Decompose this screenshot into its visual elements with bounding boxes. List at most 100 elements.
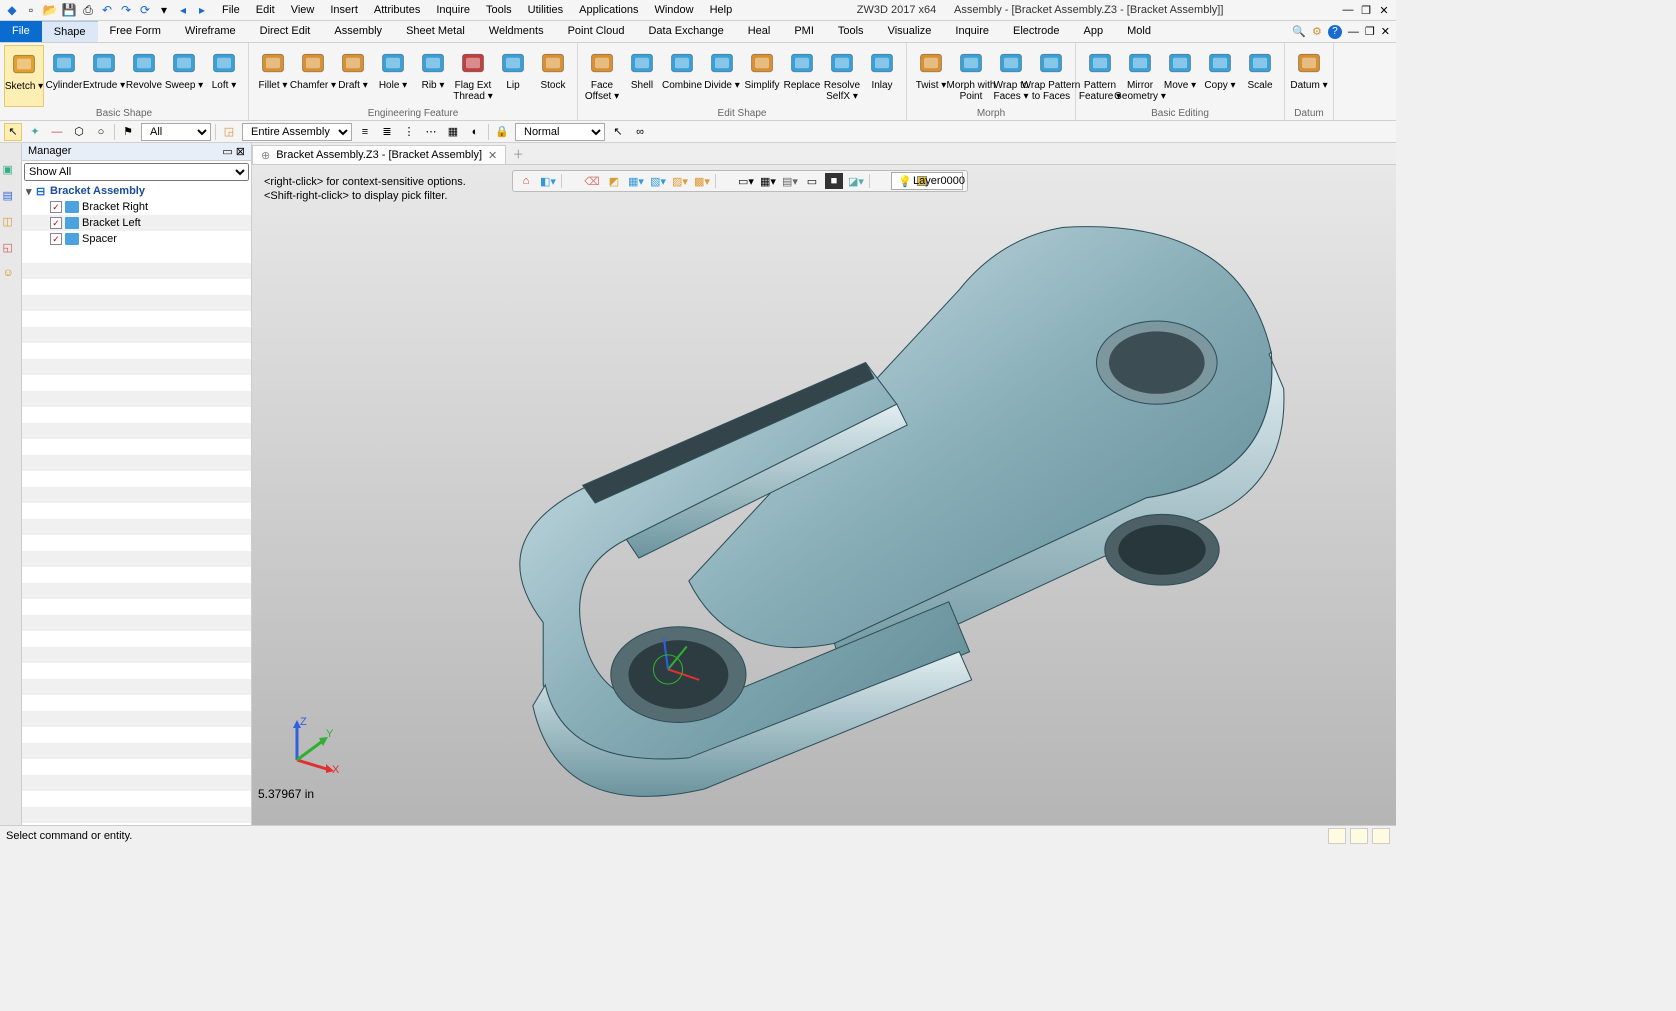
dropdown-icon[interactable]: ▾: [156, 2, 172, 18]
open-icon[interactable]: 📂: [42, 2, 58, 18]
tab-inquire[interactable]: Inquire: [943, 21, 1001, 42]
close-panel-icon[interactable]: ⊠: [236, 146, 245, 158]
min-inner-icon[interactable]: —: [1348, 26, 1359, 38]
remove-pick-icon[interactable]: —: [48, 123, 66, 141]
dock-history-icon[interactable]: ▤: [3, 189, 19, 205]
doc-tab[interactable]: ⊕ Bracket Assembly.Z3 - [Bracket Assembl…: [252, 145, 506, 164]
tab-electrode[interactable]: Electrode: [1001, 21, 1071, 42]
tab-sheet-metal[interactable]: Sheet Metal: [394, 21, 477, 42]
cmd-hole[interactable]: Hole ▾: [373, 45, 413, 107]
menu-utilities[interactable]: Utilities: [520, 1, 571, 19]
cmd-wrap-pattern[interactable]: Wrap Pattern to Faces: [1031, 45, 1071, 107]
checkbox-icon[interactable]: [50, 233, 62, 245]
close-inner-icon[interactable]: ✕: [1381, 25, 1390, 38]
refresh-icon[interactable]: ⟳: [137, 2, 153, 18]
cmd-twist[interactable]: Twist ▾: [911, 45, 951, 107]
link-icon[interactable]: ∞: [631, 123, 649, 141]
tab-mold[interactable]: Mold: [1115, 21, 1163, 42]
opt1-icon[interactable]: ≡: [356, 123, 374, 141]
tab-direct-edit[interactable]: Direct Edit: [248, 21, 323, 42]
tab-weldments[interactable]: Weldments: [477, 21, 556, 42]
save-icon[interactable]: 💾: [61, 2, 77, 18]
cursor2-icon[interactable]: ↖: [609, 123, 627, 141]
opt2-icon[interactable]: ≣: [378, 123, 396, 141]
cmd-fillet[interactable]: Fillet ▾: [253, 45, 293, 107]
redo-icon[interactable]: ↷: [118, 2, 134, 18]
checkbox-icon[interactable]: [50, 201, 62, 213]
add-pick-icon[interactable]: ✦: [26, 123, 44, 141]
menu-insert[interactable]: Insert: [322, 1, 366, 19]
tab-shape[interactable]: Shape: [42, 21, 98, 42]
cmd-face[interactable]: Face Offset ▾: [582, 45, 622, 107]
tree-item[interactable]: Bracket Left: [22, 215, 251, 231]
lock-icon[interactable]: 🔒: [493, 123, 511, 141]
cmd-replace[interactable]: Replace: [782, 45, 822, 107]
cmd-chamfer[interactable]: Chamfer ▾: [293, 45, 333, 107]
opt3-icon[interactable]: ⋮: [400, 123, 418, 141]
restore-inner-icon[interactable]: ❐: [1365, 25, 1375, 38]
cmd-shell[interactable]: Shell: [622, 45, 662, 107]
assembly-tree[interactable]: ▾ ⊟ Bracket Assembly Bracket RightBracke…: [22, 183, 251, 825]
customize-icon[interactable]: ⚙: [1312, 25, 1322, 38]
dock-assembly-icon[interactable]: ▣: [3, 163, 19, 179]
tab-point-cloud[interactable]: Point Cloud: [556, 21, 637, 42]
cmd-inlay[interactable]: Inlay: [862, 45, 902, 107]
dock-layer-icon[interactable]: ◫: [3, 215, 19, 231]
minimize-icon[interactable]: —: [1340, 2, 1356, 18]
tab-heal[interactable]: Heal: [736, 21, 783, 42]
dock-user-icon[interactable]: ☺: [3, 267, 19, 283]
tree-item[interactable]: Bracket Right: [22, 199, 251, 215]
undo-icon[interactable]: ↶: [99, 2, 115, 18]
menu-attributes[interactable]: Attributes: [366, 1, 428, 19]
opt4-icon[interactable]: ⋯: [422, 123, 440, 141]
add-tab-button[interactable]: ＋: [506, 143, 530, 164]
tree-item[interactable]: Spacer: [22, 231, 251, 247]
tab-app[interactable]: App: [1072, 21, 1116, 42]
search-icon[interactable]: 🔍: [1292, 25, 1306, 38]
cmd-flag-ext[interactable]: Flag Ext Thread ▾: [453, 45, 493, 107]
cmd-datum[interactable]: Datum ▾: [1289, 45, 1329, 107]
cmd-morph-with[interactable]: Morph with Point: [951, 45, 991, 107]
opt5-icon[interactable]: ▦: [444, 123, 462, 141]
cmd-revolve[interactable]: Revolve: [124, 45, 164, 107]
status-btn-3[interactable]: [1372, 828, 1390, 844]
checkbox-icon[interactable]: [50, 217, 62, 229]
menu-view[interactable]: View: [283, 1, 323, 19]
new-icon[interactable]: ▫: [23, 2, 39, 18]
menu-edit[interactable]: Edit: [248, 1, 283, 19]
cmd-extrude[interactable]: Extrude ▾: [84, 45, 124, 107]
scope-icon[interactable]: ◲: [220, 123, 238, 141]
cmd-stock[interactable]: Stock: [533, 45, 573, 107]
tab-free-form[interactable]: Free Form: [98, 21, 173, 42]
tab-wireframe[interactable]: Wireframe: [173, 21, 248, 42]
menu-file[interactable]: File: [214, 1, 248, 19]
menu-help[interactable]: Help: [702, 1, 741, 19]
cmd-combine[interactable]: Combine: [662, 45, 702, 107]
opt6-icon[interactable]: ◐: [466, 123, 484, 141]
pin-tab-icon[interactable]: ⊕: [261, 149, 270, 162]
cmd-cylinder[interactable]: Cylinder: [44, 45, 84, 107]
status-btn-2[interactable]: [1350, 828, 1368, 844]
tree-root[interactable]: ▾ ⊟ Bracket Assembly: [22, 183, 251, 199]
replay-back-icon[interactable]: ◂: [175, 2, 191, 18]
menu-window[interactable]: Window: [646, 1, 701, 19]
cmd-copy[interactable]: Copy ▾: [1200, 45, 1240, 107]
filter-flag-icon[interactable]: ⚑: [119, 123, 137, 141]
tab-file[interactable]: File: [0, 21, 42, 42]
manager-show-select[interactable]: Show All: [24, 163, 249, 181]
menu-applications[interactable]: Applications: [571, 1, 646, 19]
tab-assembly[interactable]: Assembly: [322, 21, 394, 42]
cmd-resolve[interactable]: Resolve SelfX ▾: [822, 45, 862, 107]
cmd-scale[interactable]: Scale: [1240, 45, 1280, 107]
replay-fwd-icon[interactable]: ▸: [194, 2, 210, 18]
filter-type-select[interactable]: All: [141, 123, 211, 141]
menu-tools[interactable]: Tools: [478, 1, 520, 19]
menu-inquire[interactable]: Inquire: [428, 1, 478, 19]
close-icon[interactable]: ✕: [1376, 2, 1392, 18]
cmd-loft[interactable]: Loft ▾: [204, 45, 244, 107]
3d-canvas[interactable]: <right-click> for context-sensitive opti…: [252, 165, 1396, 825]
scope-select[interactable]: Entire Assembly: [242, 123, 352, 141]
restore-icon[interactable]: ❐: [1358, 2, 1374, 18]
help-icon[interactable]: ?: [1328, 25, 1342, 39]
cmd-divide[interactable]: Divide ▾: [702, 45, 742, 107]
